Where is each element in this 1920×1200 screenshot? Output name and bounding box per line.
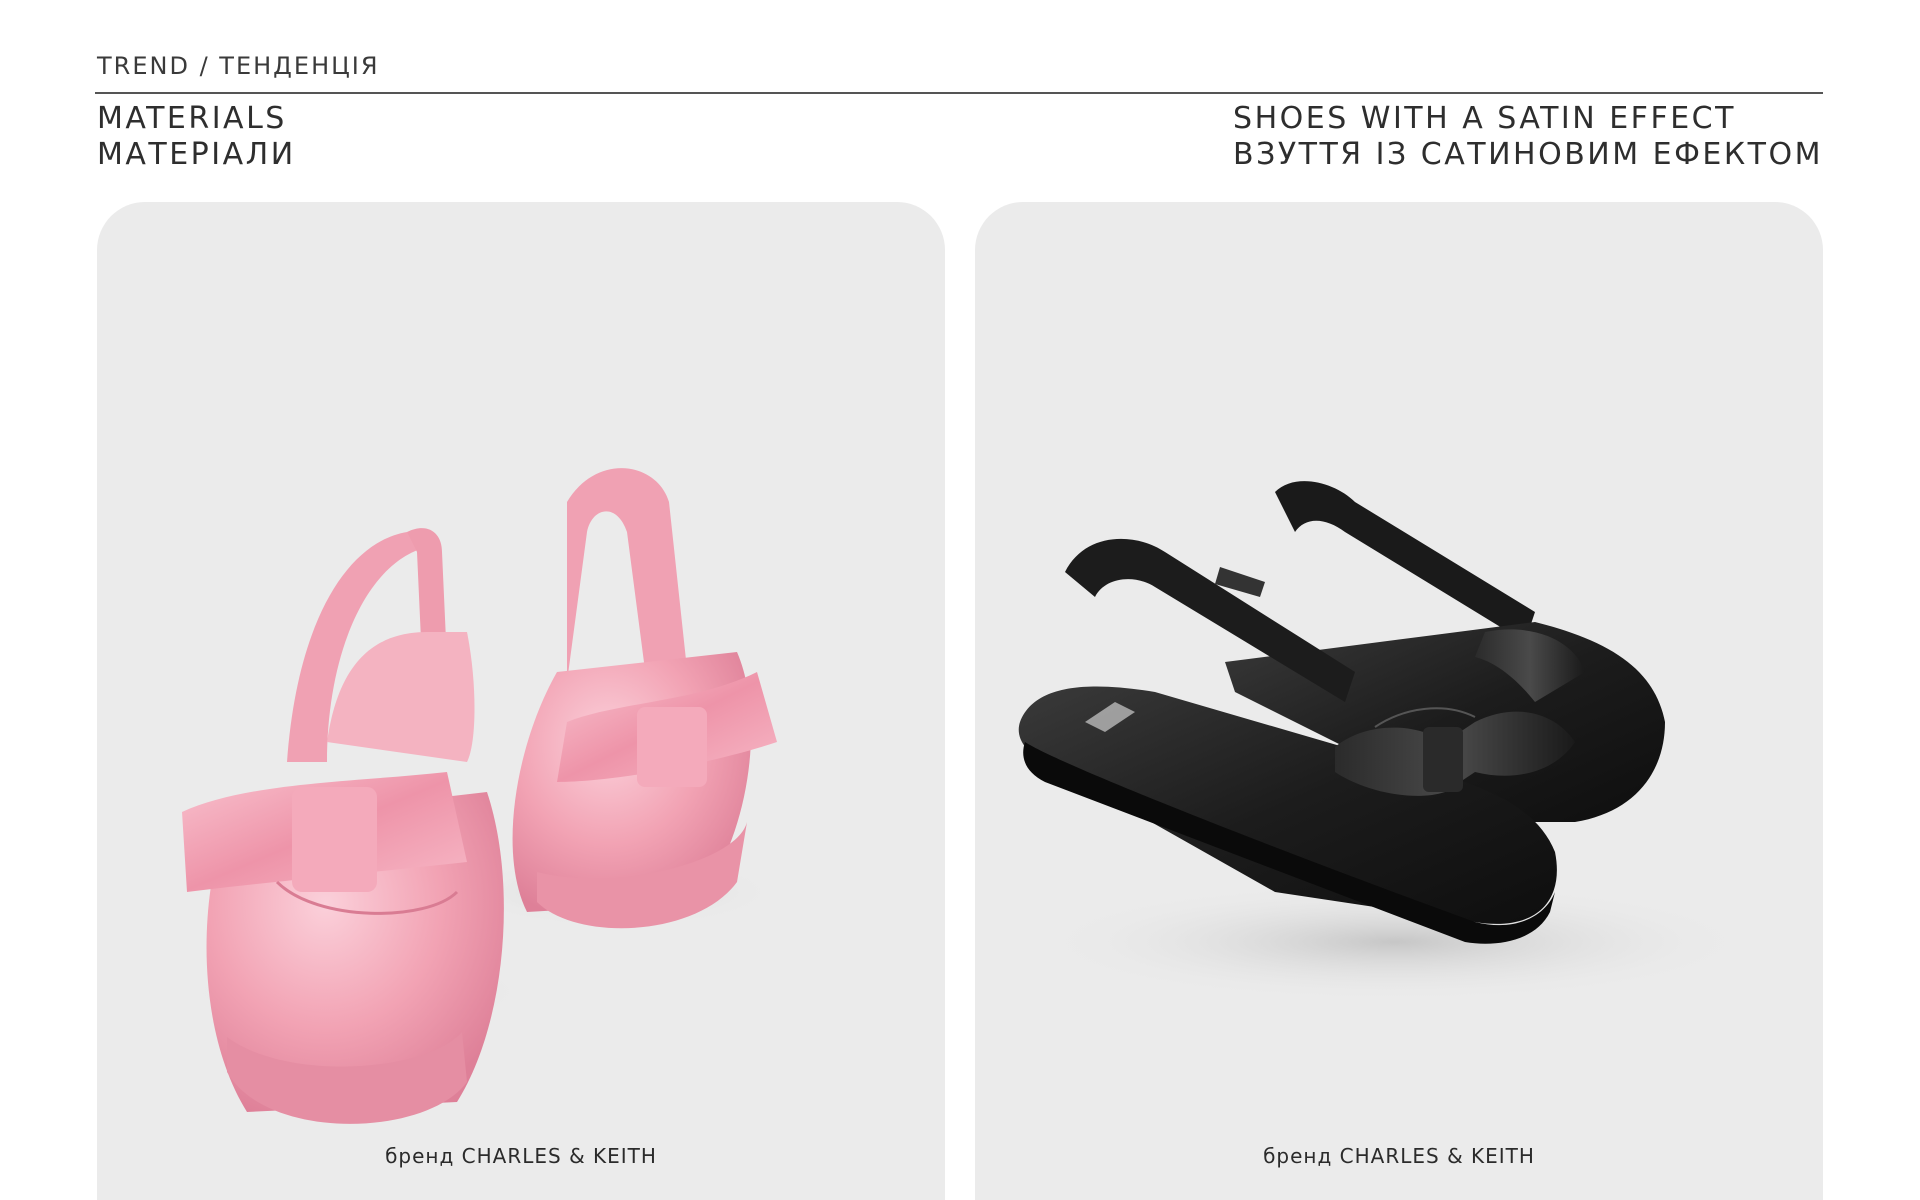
section-title-ua: МАТЕРІАЛИ bbox=[97, 137, 296, 172]
trend-title: SHOES WITH A SATIN EFFECT ВЗУТТЯ ІЗ САТИ… bbox=[1233, 101, 1823, 173]
trend-label: TREND / ТЕНДЕНЦІЯ bbox=[97, 52, 380, 80]
brand-caption-pink: бренд CHARLES & KEITH bbox=[385, 1144, 657, 1168]
header-divider bbox=[95, 92, 1823, 94]
product-card-black: бренд CHARLES & KEITH bbox=[975, 202, 1823, 1200]
pink-satin-shoes-image bbox=[182, 468, 777, 1124]
black-satin-shoes-image bbox=[1018, 481, 1755, 1002]
trend-title-ua: ВЗУТТЯ ІЗ САТИНОВИМ ЕФЕКТОМ bbox=[1233, 137, 1823, 172]
section-title-en: MATERIALS bbox=[97, 101, 287, 136]
product-card-pink: бренд CHARLES & KEITH bbox=[97, 202, 945, 1200]
trend-title-en: SHOES WITH A SATIN EFFECT bbox=[1233, 101, 1736, 136]
brand-caption-black: бренд CHARLES & KEITH bbox=[1263, 1144, 1535, 1168]
trend-page: TREND / ТЕНДЕНЦІЯ MATERIALS МАТЕРІАЛИ SH… bbox=[0, 0, 1920, 1200]
section-title: MATERIALS МАТЕРІАЛИ bbox=[97, 101, 296, 173]
